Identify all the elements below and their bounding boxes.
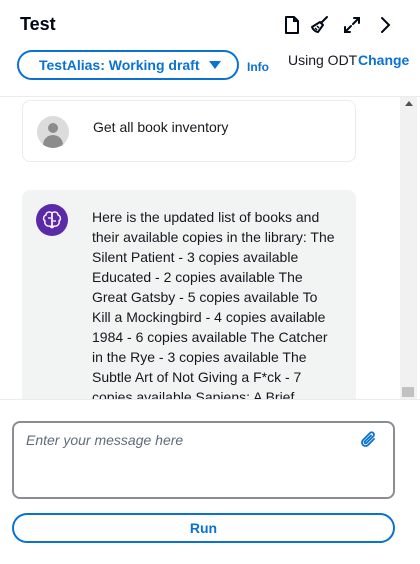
- user-message: Get all book inventory: [22, 100, 356, 162]
- paperclip-icon[interactable]: [359, 431, 377, 449]
- message-input[interactable]: [14, 423, 393, 497]
- agent-message: Here is the updated list of books and th…: [22, 190, 356, 399]
- chat-history: Get all book inventory Here is the updat…: [0, 97, 400, 399]
- scroll-up-arrow-icon[interactable]: [405, 101, 413, 106]
- alias-dropdown[interactable]: TestAlias: Working draft: [17, 50, 239, 80]
- scroll-thumb[interactable]: [402, 387, 414, 397]
- odt-label: Using ODT: [288, 52, 358, 68]
- chevron-right-icon[interactable]: [374, 14, 396, 36]
- broom-icon[interactable]: [309, 14, 331, 36]
- user-avatar-icon: [37, 116, 69, 148]
- change-odt-link[interactable]: Change: [358, 52, 409, 68]
- test-panel-header: Test TestAlias: Working draft Info Using…: [0, 0, 420, 97]
- message-composer: Run: [0, 399, 420, 564]
- document-icon[interactable]: [281, 14, 303, 36]
- panel-title: Test: [20, 14, 56, 34]
- brain-icon: [36, 204, 68, 236]
- message-input-box[interactable]: [12, 421, 395, 499]
- agent-message-text: Here is the updated list of books and th…: [92, 209, 335, 399]
- alias-selected-value: TestAlias: Working draft: [39, 57, 200, 73]
- info-link[interactable]: Info: [247, 60, 269, 74]
- run-button[interactable]: Run: [12, 513, 395, 543]
- expand-icon[interactable]: [341, 14, 363, 36]
- user-message-text: Get all book inventory: [93, 119, 229, 135]
- chat-scrollbar[interactable]: [400, 97, 417, 399]
- caret-down-icon: [209, 61, 221, 69]
